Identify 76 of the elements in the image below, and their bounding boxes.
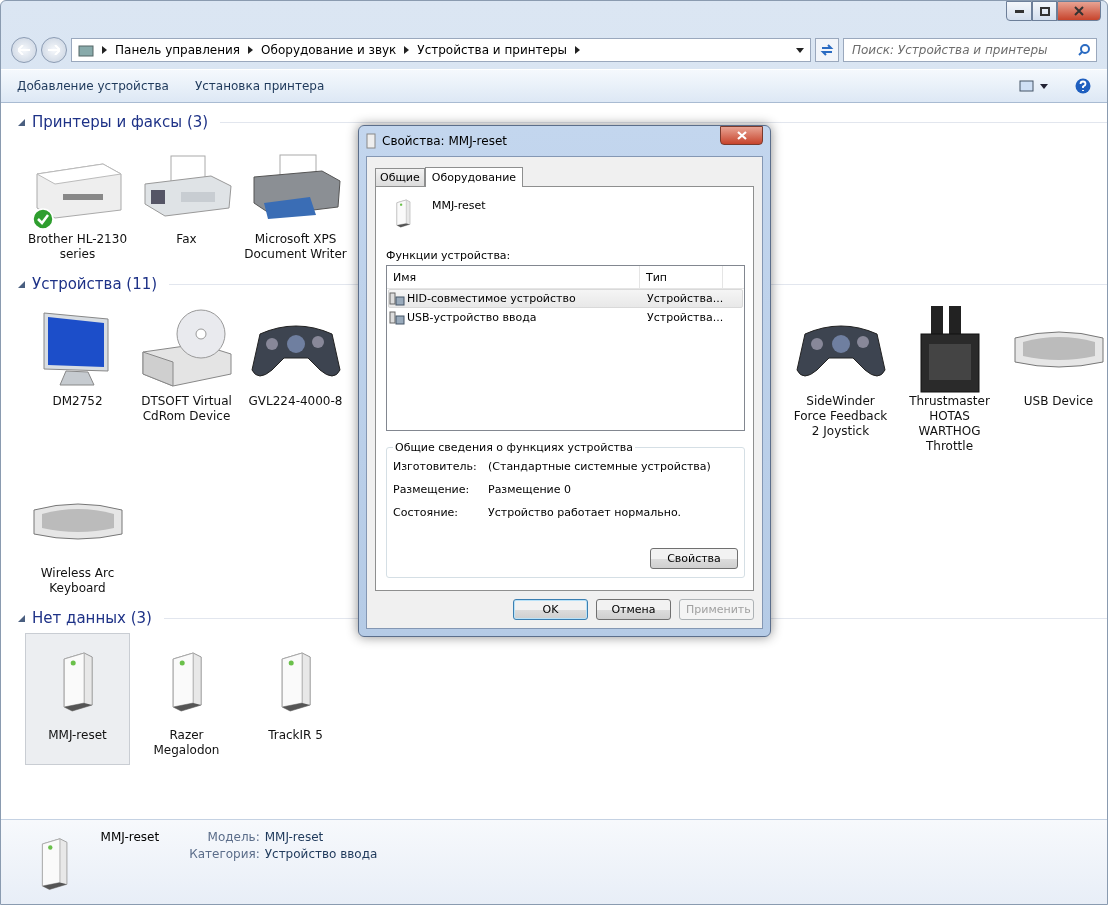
section-label: Функции устройства: [386, 249, 512, 262]
group-title[interactable]: Устройства (11) [32, 275, 158, 293]
device-name: MMJ-reset [100, 830, 160, 846]
toolbar-button[interactable]: Добавление устройства [17, 75, 169, 97]
toolbar-button[interactable]: Установка принтера [194, 75, 325, 97]
dialog-title: Свойства: MMJ-reset [382, 134, 508, 148]
close-icon [736, 131, 747, 140]
tab[interactable]: Оборудование [424, 167, 524, 187]
chevron-icon [248, 46, 254, 54]
field-label: Состояние: [393, 506, 460, 519]
search-icon [1078, 44, 1090, 56]
row-type: Устройства... [646, 311, 725, 324]
refresh-icon [820, 44, 834, 56]
row-name: USB-устройство ввода [389, 310, 642, 325]
field-label: Размещение: [393, 483, 471, 496]
back-button[interactable] [11, 37, 37, 63]
list-row[interactable]: USB-устройство ввода Устройства... [388, 308, 743, 327]
dropdown-icon[interactable] [796, 47, 804, 53]
back-arrow-icon [18, 45, 30, 55]
forward-arrow-icon [48, 45, 60, 55]
minimize-button[interactable] [1006, 1, 1032, 21]
device-icon [366, 133, 376, 149]
collapse-icon[interactable] [17, 279, 26, 289]
refresh-button[interactable] [815, 38, 839, 62]
group-title[interactable]: Принтеры и факсы (3) [32, 113, 209, 131]
close-button[interactable] [720, 126, 763, 145]
detail-label: Категория: [189, 847, 260, 861]
forward-button[interactable] [41, 37, 67, 63]
device-item[interactable]: USB Device [1006, 299, 1107, 461]
detail-label: Модель: [206, 830, 260, 844]
properties-button[interactable]: Свойства [650, 548, 738, 569]
close-icon [1074, 6, 1084, 16]
device-item[interactable]: Fax [134, 137, 239, 269]
device-item[interactable]: Wireless Arc Keyboard [25, 471, 130, 603]
device-item[interactable]: TrackIR 5 [243, 633, 348, 765]
chevron-icon [575, 46, 580, 54]
minimize-icon [1014, 9, 1024, 13]
collapse-icon[interactable] [17, 117, 26, 127]
chevron-icon [102, 46, 107, 54]
device-item[interactable]: Brother HL-2130 series [25, 137, 130, 269]
field-value: Размещение 0 [488, 483, 573, 496]
help-icon[interactable] [1075, 78, 1091, 94]
tab[interactable]: Общие [375, 168, 425, 187]
group-title[interactable]: Нет данных (3) [32, 609, 152, 627]
dialog-button[interactable]: OK [513, 599, 588, 620]
maximize-icon [1039, 6, 1050, 16]
device-item[interactable]: MMJ-reset [25, 633, 130, 765]
device-item[interactable]: Razer Megalodon [134, 633, 239, 765]
group-caption: Общие сведения о функциях устройства [394, 441, 635, 454]
breadcrumb-item[interactable]: Панель управления [115, 43, 241, 57]
detail-value: Устройство ввода [264, 847, 378, 861]
device-item[interactable]: DTSOFT Virtual CdRom Device [134, 299, 239, 461]
address-bar[interactable]: Панель управления Оборудование и звук Устройства и принтеры [71, 38, 811, 62]
row-type: Устройства... [646, 292, 725, 305]
device-item[interactable]: GVL224-4000-8 [243, 299, 348, 461]
breadcrumb-item[interactable]: Устройства и принтеры [417, 43, 567, 57]
collapse-icon[interactable] [17, 613, 26, 623]
field-value: Устройство работает нормально. [488, 506, 683, 519]
view-options-icon[interactable] [1019, 80, 1049, 92]
device-item[interactable]: Microsoft XPS Document Writer [243, 137, 348, 269]
breadcrumb-item[interactable]: Оборудование и звук [261, 43, 397, 57]
row-name: HID-совместимое устройство [389, 291, 642, 306]
device-item[interactable]: DM2752 [25, 299, 130, 461]
list-row[interactable]: HID-совместимое устройство Устройства... [388, 289, 743, 308]
maximize-button[interactable] [1032, 1, 1057, 21]
field-label: Изготовитель: [393, 460, 478, 473]
device-name: MMJ-reset [432, 199, 486, 212]
tower-icon [394, 199, 412, 229]
chevron-icon [404, 46, 410, 54]
close-button[interactable] [1057, 1, 1101, 21]
search-field[interactable]: Поиск: Устройства и принтеры [843, 38, 1097, 62]
device-item[interactable]: SideWinder Force Feedback 2 Joystick [788, 299, 893, 461]
device-item[interactable]: Thrustmaster HOTAS WARTHOG Throttle [897, 299, 1002, 461]
detail-value: MMJ-reset [264, 830, 325, 844]
dialog-button[interactable]: Отмена [596, 599, 671, 620]
field-value: (Стандартные системные устройства) [488, 460, 712, 473]
